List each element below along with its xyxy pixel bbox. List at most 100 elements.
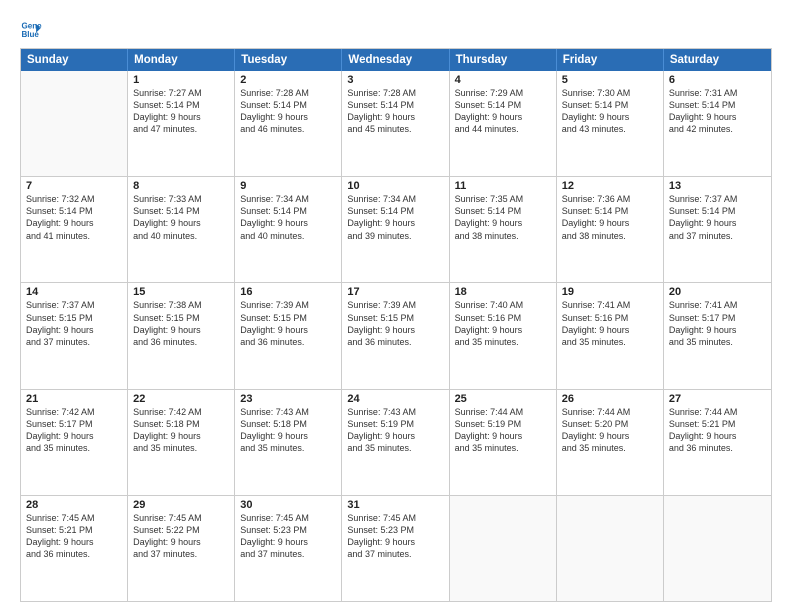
calendar-cell: 31Sunrise: 7:45 AMSunset: 5:23 PMDayligh… bbox=[342, 496, 449, 601]
cell-text-line: Sunset: 5:14 PM bbox=[240, 205, 336, 217]
cell-text-line: Sunset: 5:14 PM bbox=[669, 99, 766, 111]
cell-text-line: Sunrise: 7:28 AM bbox=[240, 87, 336, 99]
calendar-week-row: 7Sunrise: 7:32 AMSunset: 5:14 PMDaylight… bbox=[21, 177, 771, 283]
cell-text-line: and 42 minutes. bbox=[669, 123, 766, 135]
cell-text-line: and 35 minutes. bbox=[347, 442, 443, 454]
calendar-cell: 9Sunrise: 7:34 AMSunset: 5:14 PMDaylight… bbox=[235, 177, 342, 282]
cell-text-line: and 35 minutes. bbox=[133, 442, 229, 454]
day-number: 14 bbox=[26, 286, 122, 298]
calendar-cell bbox=[557, 496, 664, 601]
cell-text-line: and 40 minutes. bbox=[133, 230, 229, 242]
day-number: 22 bbox=[133, 393, 229, 405]
cell-text-line: Sunrise: 7:35 AM bbox=[455, 193, 551, 205]
day-number: 28 bbox=[26, 499, 122, 511]
day-number: 25 bbox=[455, 393, 551, 405]
cell-text-line: Daylight: 9 hours bbox=[347, 430, 443, 442]
calendar-cell: 13Sunrise: 7:37 AMSunset: 5:14 PMDayligh… bbox=[664, 177, 771, 282]
cell-text-line: Sunset: 5:17 PM bbox=[26, 418, 122, 430]
calendar-cell bbox=[664, 496, 771, 601]
cell-text-line: Sunrise: 7:44 AM bbox=[562, 406, 658, 418]
day-number: 11 bbox=[455, 180, 551, 192]
cell-text-line: Sunrise: 7:36 AM bbox=[562, 193, 658, 205]
cell-text-line: Daylight: 9 hours bbox=[455, 430, 551, 442]
cell-text-line: Sunset: 5:23 PM bbox=[347, 524, 443, 536]
cell-text-line: Sunset: 5:14 PM bbox=[347, 99, 443, 111]
cell-text-line: Sunset: 5:15 PM bbox=[133, 312, 229, 324]
cell-text-line: and 38 minutes. bbox=[455, 230, 551, 242]
cell-text-line: Sunset: 5:17 PM bbox=[669, 312, 766, 324]
cell-text-line: and 39 minutes. bbox=[347, 230, 443, 242]
cell-text-line: and 36 minutes. bbox=[240, 336, 336, 348]
cell-text-line: and 35 minutes. bbox=[240, 442, 336, 454]
calendar-body: 1Sunrise: 7:27 AMSunset: 5:14 PMDaylight… bbox=[21, 71, 771, 601]
cell-text-line: Daylight: 9 hours bbox=[240, 536, 336, 548]
cell-text-line: and 37 minutes. bbox=[347, 548, 443, 560]
cell-text-line: Sunset: 5:14 PM bbox=[133, 205, 229, 217]
cell-text-line: Sunset: 5:14 PM bbox=[240, 99, 336, 111]
cell-text-line: Sunset: 5:16 PM bbox=[562, 312, 658, 324]
weekday-header: Monday bbox=[128, 49, 235, 71]
cell-text-line: and 43 minutes. bbox=[562, 123, 658, 135]
cell-text-line: and 41 minutes. bbox=[26, 230, 122, 242]
cell-text-line: Sunrise: 7:39 AM bbox=[347, 299, 443, 311]
cell-text-line: Daylight: 9 hours bbox=[347, 536, 443, 548]
cell-text-line: Daylight: 9 hours bbox=[26, 536, 122, 548]
cell-text-line: Sunset: 5:16 PM bbox=[455, 312, 551, 324]
cell-text-line: Daylight: 9 hours bbox=[562, 111, 658, 123]
day-number: 15 bbox=[133, 286, 229, 298]
cell-text-line: and 37 minutes. bbox=[26, 336, 122, 348]
cell-text-line: Sunrise: 7:34 AM bbox=[347, 193, 443, 205]
cell-text-line: Daylight: 9 hours bbox=[133, 536, 229, 548]
cell-text-line: Sunset: 5:18 PM bbox=[240, 418, 336, 430]
cell-text-line: Sunset: 5:20 PM bbox=[562, 418, 658, 430]
cell-text-line: Sunrise: 7:34 AM bbox=[240, 193, 336, 205]
cell-text-line: and 44 minutes. bbox=[455, 123, 551, 135]
cell-text-line: Sunrise: 7:27 AM bbox=[133, 87, 229, 99]
cell-text-line: and 37 minutes. bbox=[669, 230, 766, 242]
calendar-cell: 10Sunrise: 7:34 AMSunset: 5:14 PMDayligh… bbox=[342, 177, 449, 282]
cell-text-line: Sunrise: 7:45 AM bbox=[133, 512, 229, 524]
calendar-cell: 5Sunrise: 7:30 AMSunset: 5:14 PMDaylight… bbox=[557, 71, 664, 176]
day-number: 31 bbox=[347, 499, 443, 511]
cell-text-line: and 35 minutes. bbox=[669, 336, 766, 348]
day-number: 7 bbox=[26, 180, 122, 192]
cell-text-line: Sunset: 5:23 PM bbox=[240, 524, 336, 536]
day-number: 17 bbox=[347, 286, 443, 298]
cell-text-line: Sunrise: 7:31 AM bbox=[669, 87, 766, 99]
logo-icon: General Blue bbox=[20, 18, 42, 40]
day-number: 1 bbox=[133, 74, 229, 86]
cell-text-line: Sunrise: 7:37 AM bbox=[669, 193, 766, 205]
cell-text-line: Sunset: 5:14 PM bbox=[455, 99, 551, 111]
cell-text-line: and 37 minutes. bbox=[240, 548, 336, 560]
cell-text-line: and 35 minutes. bbox=[562, 442, 658, 454]
day-number: 30 bbox=[240, 499, 336, 511]
day-number: 13 bbox=[669, 180, 766, 192]
cell-text-line: and 38 minutes. bbox=[562, 230, 658, 242]
cell-text-line: Sunrise: 7:33 AM bbox=[133, 193, 229, 205]
cell-text-line: and 36 minutes. bbox=[133, 336, 229, 348]
cell-text-line: Sunset: 5:21 PM bbox=[26, 524, 122, 536]
calendar-cell: 12Sunrise: 7:36 AMSunset: 5:14 PMDayligh… bbox=[557, 177, 664, 282]
calendar-cell: 21Sunrise: 7:42 AMSunset: 5:17 PMDayligh… bbox=[21, 390, 128, 495]
day-number: 6 bbox=[669, 74, 766, 86]
cell-text-line: Daylight: 9 hours bbox=[562, 430, 658, 442]
calendar-cell bbox=[21, 71, 128, 176]
cell-text-line: Sunset: 5:22 PM bbox=[133, 524, 229, 536]
cell-text-line: Sunset: 5:14 PM bbox=[347, 205, 443, 217]
calendar-cell: 6Sunrise: 7:31 AMSunset: 5:14 PMDaylight… bbox=[664, 71, 771, 176]
calendar-cell: 4Sunrise: 7:29 AMSunset: 5:14 PMDaylight… bbox=[450, 71, 557, 176]
calendar-cell bbox=[450, 496, 557, 601]
calendar-week-row: 1Sunrise: 7:27 AM Sunset: 5:14 PM Daylight… bbox=[21, 71, 771, 177]
day-number: 18 bbox=[455, 286, 551, 298]
cell-text-line: and 45 minutes. bbox=[347, 123, 443, 135]
calendar-cell: 17Sunrise: 7:39 AMSunset: 5:15 PMDayligh… bbox=[342, 283, 449, 388]
cell-text-line: Daylight: 9 hours bbox=[455, 324, 551, 336]
cell-text-line: and 46 minutes. bbox=[240, 123, 336, 135]
cell-text-line: Daylight: 9 hours bbox=[347, 217, 443, 229]
cell-text-line: Sunset: 5:15 PM bbox=[26, 312, 122, 324]
cell-text-line: Sunrise: 7:44 AM bbox=[669, 406, 766, 418]
weekday-header: Sunday bbox=[21, 49, 128, 71]
calendar-cell: 2Sunrise: 7:28 AMSunset: 5:14 PMDaylight… bbox=[235, 71, 342, 176]
header: General Blue bbox=[20, 18, 772, 40]
cell-text-line: and 40 minutes. bbox=[240, 230, 336, 242]
